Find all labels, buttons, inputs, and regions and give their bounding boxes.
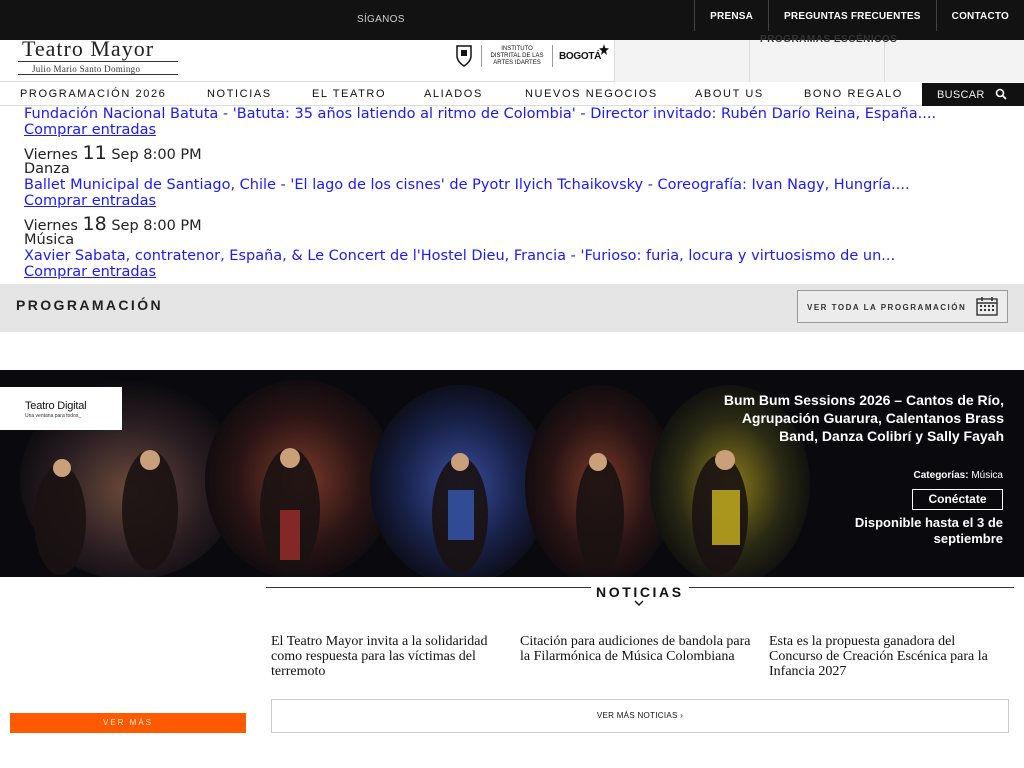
header-right-text: PROGRAMAS ESCÉNICOS: [760, 34, 898, 45]
buy-tickets-link[interactable]: Comprar entradas: [24, 122, 1004, 138]
bogota-logo-text: BOGOTÁ: [559, 50, 602, 62]
more-news-button[interactable]: VER MÁS NOTICIAS ›: [271, 699, 1009, 733]
idartes-logo: INSTITUTO DISTRITAL DE LAS ARTES IDARTES: [490, 45, 544, 66]
sponsor-divider: [481, 45, 482, 67]
logo-divider: [18, 61, 178, 62]
noticias-title: NOTICIAS: [596, 584, 684, 600]
search-box[interactable]: BUSCAR: [922, 83, 1024, 106]
header-cell: [885, 40, 1024, 82]
logo-divider: [18, 74, 178, 75]
event-title-link[interactable]: Xavier Sabata, contratenor, España, & Le…: [24, 248, 895, 264]
event-category: Danza: [24, 161, 70, 177]
header-right-panel: PROGRAMAS ESCÉNICOS: [614, 34, 1024, 82]
nav-el-teatro[interactable]: EL TEATRO: [312, 88, 386, 100]
featured-banner[interactable]: Teatro Digital Una ventana para todos_ B…: [0, 370, 1024, 577]
event-item: Ballet Municipal de Santiago, Chile - 'E…: [24, 177, 1004, 193]
more-news-text: VER MÁS NOTICIAS: [596, 711, 678, 720]
event-title-link[interactable]: Fundación Nacional Batuta - 'Batuta: 35 …: [24, 106, 936, 122]
buy-tickets-link[interactable]: Comprar entradas: [24, 193, 1004, 209]
buy-tickets-link[interactable]: Comprar entradas: [24, 264, 1004, 280]
banner-categories-label: Categorías:: [913, 470, 969, 481]
news-item[interactable]: El Teatro Mayor invita a la solidaridad …: [271, 634, 511, 679]
banner-categories: Categorías: Música: [914, 470, 1003, 481]
sponsor-logos: INSTITUTO DISTRITAL DE LAS ARTES IDARTES…: [453, 42, 611, 70]
teatro-mayor-logo[interactable]: Teatro Mayor Julio Mario Santo Domingo: [14, 36, 182, 82]
event-day-number: 11: [82, 142, 107, 164]
logo-title: Teatro Mayor: [22, 36, 155, 61]
event-item: Xavier Sabata, contratenor, España, & Le…: [24, 248, 1004, 264]
chevron-right-icon: ›: [680, 711, 684, 720]
header-rule: [689, 587, 1014, 588]
chevron-down-icon: [634, 600, 644, 606]
performers-photo: [0, 370, 820, 577]
event-date: Viernes 11 Sep 8:00 PM: [24, 142, 1004, 164]
event-category: Música: [24, 232, 75, 248]
bogota-shield-icon: [456, 45, 472, 67]
teatro-digital-tag[interactable]: Teatro Digital Una ventana para todos_: [0, 387, 122, 430]
follow-us-label[interactable]: SÍGANOS: [357, 14, 405, 25]
main-nav: PROGRAMACIÓN 2026 NOTICIAS EL TEATRO ALI…: [0, 83, 1024, 106]
top-link-faq[interactable]: PREGUNTAS FRECUENTES: [768, 0, 936, 31]
nav-nuevos-negocios[interactable]: NUEVOS NEGOCIOS: [525, 88, 658, 100]
event-title-link[interactable]: Ballet Municipal de Santiago, Chile - 'E…: [24, 177, 910, 193]
nav-noticias[interactable]: NOTICIAS: [207, 88, 272, 100]
teatro-digital-subtitle: Una ventana para todos_: [25, 413, 82, 419]
nav-bono-regalo[interactable]: BONO REGALO: [804, 88, 903, 100]
view-all-programming-label: VER TODA LA PROGRAMACIÓN: [807, 303, 967, 312]
ver-mas-button[interactable]: VER MÁS: [10, 713, 246, 733]
sponsor-divider: [552, 45, 553, 67]
search-icon[interactable]: [995, 88, 1007, 100]
nav-about-us[interactable]: ABOUT US: [695, 88, 764, 100]
top-link-contacto[interactable]: CONTACTO: [935, 0, 1024, 31]
nav-programacion[interactable]: PROGRAMACIÓN 2026: [20, 88, 166, 100]
banner-categories-value: Música: [971, 470, 1003, 481]
view-all-programming-button[interactable]: VER TODA LA PROGRAMACIÓN: [797, 290, 1008, 323]
banner-availability: Disponible hasta el 3 de septiembre: [854, 515, 1003, 546]
logo-subtitle: Julio Mario Santo Domingo: [32, 64, 141, 74]
connect-button[interactable]: Conéctate: [912, 489, 1003, 510]
news-item[interactable]: Citación para audiciones de bandola para…: [520, 634, 760, 664]
header-cell: [615, 40, 750, 82]
event-date: Viernes 18 Sep 8:00 PM: [24, 213, 1004, 235]
event-time: Sep 8:00 PM: [111, 218, 202, 234]
event-time: Sep 8:00 PM: [111, 147, 202, 163]
bogota-logo: BOGOTÁ: [559, 50, 602, 62]
nav-aliados[interactable]: ALIADOS: [424, 88, 483, 100]
top-links: PRENSA PREGUNTAS FRECUENTES CONTACTO: [694, 0, 1024, 31]
programacion-strip: PROGRAMACIÓN VER TODA LA PROGRAMACIÓN: [0, 284, 1024, 332]
star-icon: [599, 44, 610, 55]
events-list: Fundación Nacional Batuta - 'Batuta: 35 …: [24, 106, 1004, 287]
more-news-label: VER MÁS NOTICIAS ›: [597, 711, 683, 720]
header-rule: [266, 587, 591, 588]
programacion-title: PROGRAMACIÓN: [16, 297, 164, 313]
search-label: BUSCAR: [937, 89, 985, 101]
teatro-digital-title: Teatro Digital: [25, 400, 87, 412]
news-item[interactable]: Esta es la propuesta ganadora del Concur…: [769, 634, 1009, 679]
top-link-prensa[interactable]: PRENSA: [694, 0, 768, 31]
logo-band: Teatro Mayor Julio Mario Santo Domingo I…: [0, 34, 1024, 82]
event-day-number: 18: [82, 213, 107, 235]
banner-title: Bum Bum Sessions 2026 – Cantos de Río, A…: [723, 392, 1004, 444]
noticias-header: NOTICIAS: [266, 583, 1014, 613]
event-item: Fundación Nacional Batuta - 'Batuta: 35 …: [24, 106, 1004, 122]
header-cell: [750, 40, 885, 82]
calendar-icon: [976, 297, 998, 316]
